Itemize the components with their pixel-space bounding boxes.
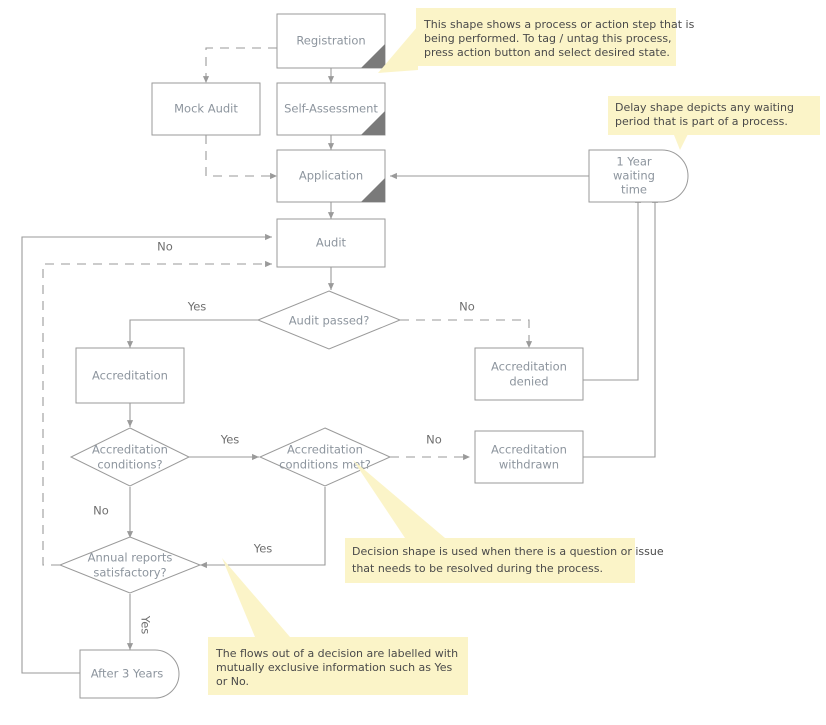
node-annual-reports-label-1: Annual reports bbox=[88, 551, 173, 565]
edge-label-audit-passed-no: No bbox=[459, 300, 475, 314]
node-audit-label: Audit bbox=[316, 236, 347, 250]
node-self-assessment[interactable]: Self-Assessment bbox=[276, 82, 386, 136]
node-accreditation-conditions-met-label-1: Accreditation bbox=[287, 443, 363, 457]
callout-process-line-3: press action button and select desired s… bbox=[424, 46, 670, 59]
node-registration[interactable]: Registration bbox=[276, 13, 386, 69]
callout-process-line-1: This shape shows a process or action ste… bbox=[423, 18, 695, 31]
edge-audit-passed-no-to-denied bbox=[400, 319, 533, 348]
edge-withdrawn-to-waiting bbox=[583, 196, 659, 458]
callout-delay-line-1: Delay shape depicts any waiting bbox=[615, 101, 794, 114]
edge-label-conditions-no: No bbox=[93, 504, 109, 518]
node-accreditation-denied[interactable]: Accreditation denied bbox=[474, 347, 584, 401]
callout-flow-labels-tail bbox=[222, 558, 290, 637]
edge-label-audit-passed-yes: Yes bbox=[187, 300, 207, 314]
node-accreditation-label: Accreditation bbox=[92, 369, 168, 383]
node-audit[interactable]: Audit bbox=[276, 218, 386, 268]
edge-mock-audit-to-application bbox=[205, 135, 277, 180]
callout-flow-labels-line-3: or No. bbox=[216, 675, 249, 688]
edge-annual-reports-no-to-audit bbox=[42, 260, 272, 566]
edge-label-conditions-met-no: No bbox=[426, 433, 442, 447]
edge-label-annual-reports-yes: Yes bbox=[139, 615, 153, 635]
node-mock-audit[interactable]: Mock Audit bbox=[151, 82, 261, 136]
node-accreditation-conditions-label-1: Accreditation bbox=[92, 443, 168, 457]
node-accreditation-denied-label-2: denied bbox=[509, 375, 548, 389]
node-annual-reports[interactable]: Annual reports satisfactory? bbox=[58, 536, 202, 594]
node-audit-passed-label: Audit passed? bbox=[289, 314, 370, 328]
node-application-label: Application bbox=[299, 169, 363, 183]
callout-process: This shape shows a process or action ste… bbox=[378, 8, 695, 73]
node-registration-label: Registration bbox=[296, 34, 365, 48]
callout-delay-line-2: period that is part of a process. bbox=[615, 115, 788, 128]
node-accreditation-conditions[interactable]: Accreditation conditions? bbox=[69, 427, 191, 487]
callout-decision-line-2: that needs to be resolved during the pro… bbox=[352, 562, 603, 575]
edge-label-audit-loop-no: No bbox=[157, 240, 173, 254]
callout-process-line-2: being performed. To tag / untag this pro… bbox=[424, 32, 672, 45]
node-accreditation-withdrawn[interactable]: Accreditation withdrawn bbox=[474, 430, 584, 484]
node-after-3-years[interactable]: After 3 Years bbox=[79, 649, 180, 699]
edge-label-conditions-met-yes: Yes bbox=[253, 542, 273, 556]
edge-denied-to-waiting bbox=[583, 196, 642, 381]
callout-flow-labels-line-2: mutually exclusive information such as Y… bbox=[216, 661, 453, 674]
node-one-year-wait-label-1: 1 Year bbox=[616, 155, 652, 169]
node-application[interactable]: Application bbox=[276, 149, 386, 203]
node-accreditation-withdrawn-label-1: Accreditation bbox=[491, 443, 567, 457]
node-accreditation-conditions-label-2: conditions? bbox=[97, 458, 162, 472]
callout-decision-line-1: Decision shape is used when there is a q… bbox=[352, 545, 664, 558]
node-accreditation[interactable]: Accreditation bbox=[75, 347, 185, 404]
node-after-3-years-label: After 3 Years bbox=[91, 667, 164, 681]
edge-label-conditions-yes: Yes bbox=[220, 433, 240, 447]
edge-registration-to-mock-audit bbox=[202, 47, 277, 83]
node-self-assessment-label: Self-Assessment bbox=[284, 102, 378, 116]
flowchart-canvas: No Yes No Yes No No Yes Yes Registration… bbox=[0, 0, 826, 725]
node-annual-reports-label-2: satisfactory? bbox=[93, 566, 166, 580]
callout-flow-labels-line-1: The flows out of a decision are labelled… bbox=[215, 647, 458, 660]
node-one-year-wait-label-3: time bbox=[621, 183, 647, 197]
callout-delay: Delay shape depicts any waiting period t… bbox=[608, 96, 820, 150]
node-one-year-wait[interactable]: 1 Year waiting time bbox=[588, 149, 689, 203]
node-accreditation-denied-label-1: Accreditation bbox=[491, 360, 567, 374]
node-one-year-wait-label-2: waiting bbox=[613, 169, 655, 183]
node-mock-audit-label: Mock Audit bbox=[174, 102, 238, 116]
callout-decision-tail bbox=[353, 460, 445, 538]
node-audit-passed[interactable]: Audit passed? bbox=[256, 290, 402, 350]
flowchart-svg: No Yes No Yes No No Yes Yes Registration… bbox=[21, 8, 820, 699]
node-accreditation-withdrawn-label-2: withdrawn bbox=[499, 458, 559, 472]
edge-audit-passed-yes-to-accreditation bbox=[126, 319, 258, 348]
